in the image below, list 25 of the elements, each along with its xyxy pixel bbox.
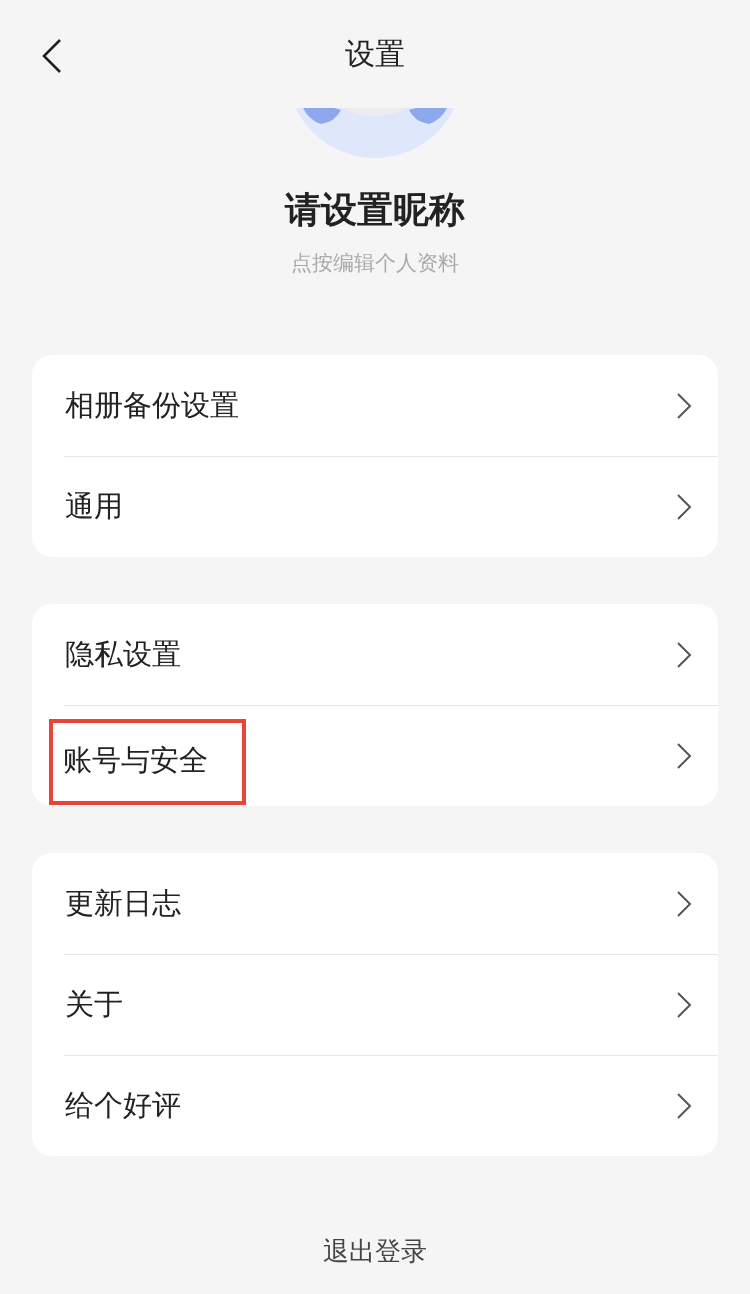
settings-item[interactable]: 通用	[32, 456, 718, 557]
chevron-icon	[676, 741, 692, 770]
chevron-icon	[676, 990, 692, 1019]
item-label: 给个好评	[65, 1086, 181, 1124]
item-label: 更新日志	[65, 884, 181, 922]
settings-item[interactable]: 隐私设置	[32, 604, 718, 705]
chevron-icon	[676, 1091, 692, 1120]
settings-item[interactable]: 更新日志	[32, 853, 718, 954]
chevron-icon	[676, 492, 692, 521]
item-label: 关于	[65, 985, 123, 1023]
logout-button[interactable]: 退出登录	[311, 1226, 439, 1277]
item-label: 通用	[65, 487, 123, 525]
settings-item[interactable]: 账号与安全	[32, 705, 718, 806]
settings-item[interactable]: 相册备份设置	[32, 355, 718, 456]
chevron-icon	[676, 889, 692, 918]
page-title: 设置	[345, 34, 405, 73]
edit-profile-hint: 点按编辑个人资料	[290, 250, 460, 277]
chevron-icon	[676, 640, 692, 669]
settings-item[interactable]: 给个好评	[32, 1055, 718, 1156]
settings-item[interactable]: 关于	[32, 954, 718, 1055]
back-icon[interactable]	[40, 38, 64, 74]
item-label: 相册备份设置	[65, 386, 239, 424]
item-label: 隐私设置	[65, 635, 181, 673]
nickname[interactable]: 请设置昵称	[0, 186, 750, 235]
chevron-icon	[676, 391, 692, 420]
